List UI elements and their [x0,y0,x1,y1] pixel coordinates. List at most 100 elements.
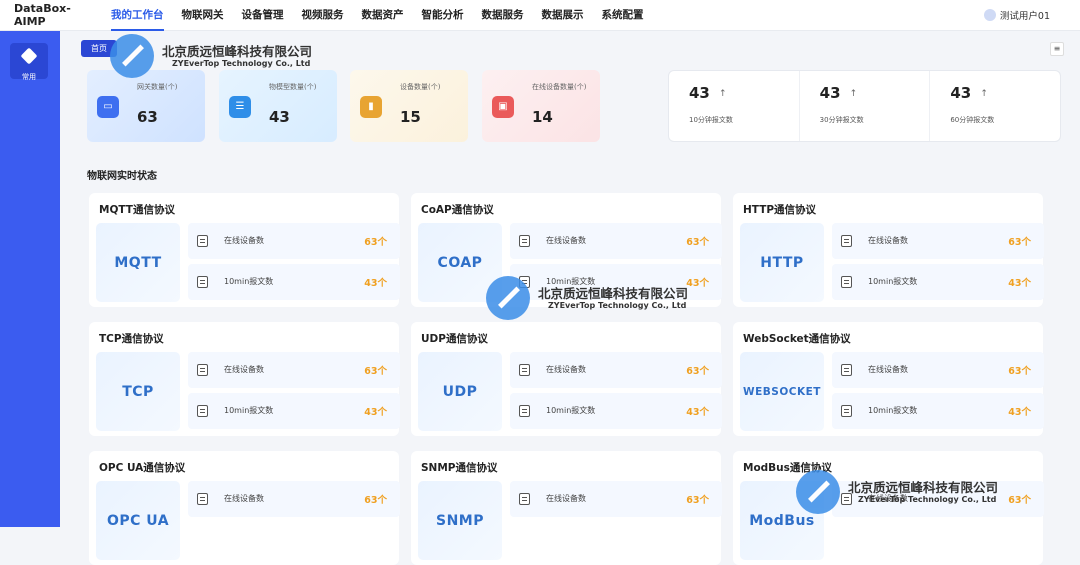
card-title: ModBus通信协议 [743,462,832,474]
gateway-icon: ▭ [97,96,119,118]
stat-value: 43 [269,108,290,126]
nav-data-display[interactable]: 数据展示 [533,0,593,31]
protocol-badge: COAP [418,223,502,302]
row-value: 43个 [1008,407,1031,418]
row-value: 43个 [686,407,709,418]
list-icon [197,235,208,247]
protocol-card-mqtt[interactable]: MQTT通信协议 MQTT 在线设备数 63个 10min报文数 43个 [89,193,400,307]
stat-value: 14 [532,108,553,126]
tab-home[interactable]: 首页 [81,40,117,57]
message-count-row: 10min报文数 43个 [510,264,722,300]
list-icon [519,235,530,247]
protocol-badge: UDP [418,352,502,431]
user-menu[interactable]: 测试用户01 [983,8,1050,22]
online-devices-row: 在线设备数 63个 [188,223,400,259]
list-icon [519,364,530,376]
row-label: 在线设备数 [224,494,264,503]
tag-icon [20,47,38,65]
message-value: 43 [689,84,710,102]
message-label: 10分钟报文数 [689,116,733,124]
row-label: 10min报文数 [868,277,918,286]
message-count-row: 10min报文数 43个 [188,393,400,429]
row-label: 10min报文数 [546,406,596,415]
protocol-badge: WEBSOCKET [740,352,824,431]
row-label: 在线设备数 [224,236,264,245]
menu-icon[interactable]: ≡ [1050,42,1064,56]
list-icon [519,493,530,505]
nav-smart-analysis[interactable]: 智能分析 [413,0,473,31]
row-label: 10min报文数 [224,277,274,286]
online-devices-row: 在线设备数 63个 [510,223,722,259]
nav-video-service[interactable]: 视频服务 [293,0,353,31]
card-title: HTTP通信协议 [743,204,817,216]
sidebar-item-label: 常用 [22,73,36,81]
nav-data-assets[interactable]: 数据资产 [353,0,413,31]
sidebar: 常用 [0,31,60,527]
protocol-card-http[interactable]: HTTP通信协议 HTTP 在线设备数 63个 10min报文数 43个 [733,193,1044,307]
message-count-row: 10min报文数 43个 [832,264,1044,300]
row-value: 43个 [364,278,387,289]
online-devices-row: 在线设备数 63个 [188,352,400,388]
arrow-up-icon: ↑ [849,89,858,99]
list-icon [841,493,852,505]
document-icon [197,276,208,288]
message-value: 43 [819,84,841,102]
protocol-card-udp[interactable]: UDP通信协议 UDP 在线设备数 63个 10min报文数 43个 [411,322,722,436]
document-icon [841,276,852,288]
top-bar: DataBox-AIMP 我的工作台 物联网关 设备管理 视频服务 数据资产 智… [0,0,1080,31]
online-devices-row: 在线设备数 63个 [510,352,722,388]
row-label: 在线设备数 [224,365,264,374]
protocol-card-modbus[interactable]: ModBus通信协议 ModBus 在线设备数 63个 [733,451,1044,565]
row-label: 在线设备数 [868,236,908,245]
nav-system-config[interactable]: 系统配置 [593,0,653,31]
message-value: 43 [950,84,972,102]
model-list-icon: ☰ [229,96,251,118]
card-title: TCP通信协议 [99,333,164,345]
protocol-badge: MQTT [96,223,180,302]
row-label: 10min报文数 [546,277,596,286]
stat-label: 物模型数量(个) [269,83,317,91]
arrow-up-icon: ↑ [719,89,727,99]
protocol-card-coap[interactable]: CoAP通信协议 COAP 在线设备数 63个 10min报文数 43个 [411,193,722,307]
nav-workbench[interactable]: 我的工作台 [102,0,173,31]
card-title: OPC UA通信协议 [99,462,186,474]
message-label: 60分钟报文数 [950,116,995,124]
online-devices-row: 在线设备数 63个 [832,223,1044,259]
online-device-icon: ▣ [492,96,514,118]
row-value: 43个 [686,278,709,289]
protocol-card-snmp[interactable]: SNMP通信协议 SNMP 在线设备数 63个 [411,451,722,565]
card-title: MQTT通信协议 [99,204,175,216]
row-label: 在线设备数 [546,236,586,245]
message-stat-60min: 43 ↑ 60分钟报文数 [930,71,1060,141]
stat-card-online-devices: ▣ 在线设备数量(个) 14 [482,70,600,142]
nav-data-service[interactable]: 数据服务 [473,0,533,31]
stat-label: 设备数量(个) [400,83,441,91]
row-value: 63个 [686,237,709,248]
avatar [983,9,996,21]
stat-value: 63 [137,108,158,126]
row-value: 63个 [364,495,387,506]
app-title: DataBox-AIMP [14,2,71,28]
protocol-badge: ModBus [740,481,824,560]
stat-label: 在线设备数量(个) [532,83,587,91]
stat-card-gateways: ▭ 网关数量(个) 63 [87,70,205,142]
online-devices-row: 在线设备数 63个 [510,481,722,517]
sidebar-item-common[interactable]: 常用 [10,43,48,81]
main-nav: 我的工作台 物联网关 设备管理 视频服务 数据资产 智能分析 数据服务 数据展示… [102,0,653,31]
online-devices-row: 在线设备数 63个 [832,481,1044,517]
document-icon [841,405,852,417]
message-count-row: 10min报文数 43个 [188,264,400,300]
nav-iot-gateway[interactable]: 物联网关 [173,0,233,31]
protocol-card-websocket[interactable]: WebSocket通信协议 WEBSOCKET 在线设备数 63个 10min报文… [733,322,1044,436]
protocol-card-tcp[interactable]: TCP通信协议 TCP 在线设备数 63个 10min报文数 43个 [89,322,400,436]
row-label: 在线设备数 [868,494,908,503]
row-label: 在线设备数 [868,365,908,374]
user-name: 测试用户01 [999,11,1050,22]
arrow-up-icon: ↑ [980,89,988,99]
protocol-card-opcua[interactable]: OPC UA通信协议 OPC UA 在线设备数 63个 [89,451,400,565]
document-icon [519,405,530,417]
row-value: 63个 [686,366,709,377]
nav-device-management[interactable]: 设备管理 [233,0,293,31]
card-title: SNMP通信协议 [421,462,498,474]
list-icon [197,364,208,376]
